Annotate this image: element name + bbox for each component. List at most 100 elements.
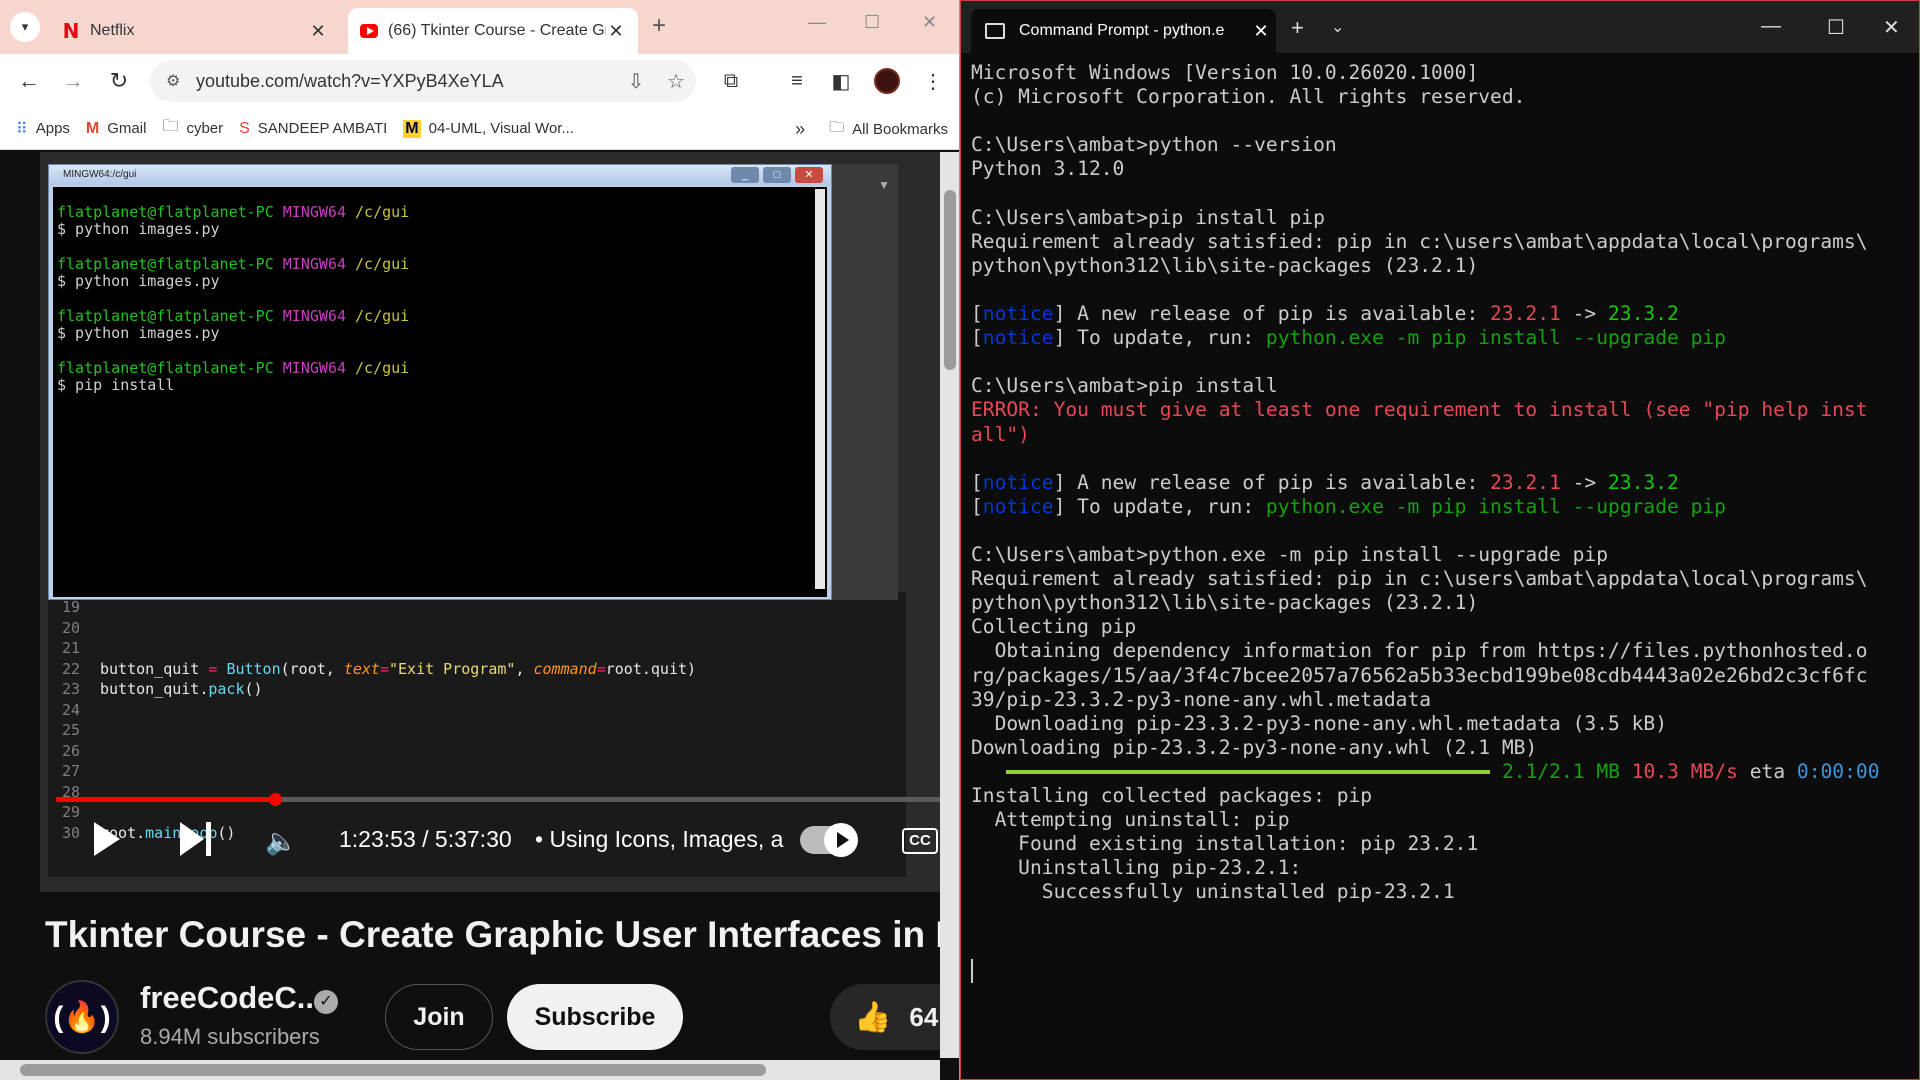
page-vertical-scrollbar[interactable] <box>940 152 959 1058</box>
notice-text: A new release of pip is available: <box>1065 470 1491 494</box>
old-version: 23.2.1 <box>1490 302 1561 325</box>
line-number: 22 <box>61 659 80 678</box>
youtube-icon <box>360 22 378 40</box>
code-line: 19 <box>48 598 100 618</box>
video-chapter[interactable]: • Using Icons, Images, a <box>535 826 783 853</box>
terminal-line: Collecting pip <box>971 615 1137 639</box>
tab-youtube[interactable]: (66) Tkinter Course - Create Gra ✕ <box>348 8 638 54</box>
terminal-line: Requirement already satisfied: pip in c:… <box>971 567 1868 591</box>
mintty-command-line: $ pip install <box>57 376 175 394</box>
prompt-env: MINGW64 <box>282 359 356 377</box>
video-progress-bar[interactable] <box>56 793 940 806</box>
terminal-dropdown-icon[interactable]: ⌄ <box>1331 17 1344 37</box>
play-icon <box>836 832 849 848</box>
minimize-button[interactable]: — <box>1761 15 1781 38</box>
menu-icon[interactable]: ⋮ <box>918 66 948 96</box>
close-icon[interactable]: ✕ <box>308 21 328 42</box>
arrow-right-icon: → <box>62 68 84 93</box>
media-control-icon[interactable]: ≡ <box>782 66 812 96</box>
minimize-button[interactable]: — <box>808 12 826 33</box>
new-terminal-tab-button[interactable]: + <box>1291 15 1304 41</box>
line-number: 19 <box>61 598 80 616</box>
maximize-button[interactable]: ☐ <box>1827 15 1845 40</box>
channel-avatar[interactable]: (🔥) <box>45 980 119 1054</box>
bookmark-star-icon[interactable]: ☆ <box>656 69 696 94</box>
bracket: ] <box>1053 302 1066 325</box>
scrollbar-thumb[interactable] <box>944 190 956 370</box>
arrow-left-icon: ← <box>18 68 40 93</box>
tab-search-button[interactable]: ▾ <box>10 12 40 42</box>
terminal-line: rg/packages/15/aa/3f4c7bcee2057a76562a5b… <box>971 663 1868 687</box>
side-panel-icon[interactable]: ◧ <box>826 66 856 96</box>
terminal-line: (c) Microsoft Corporation. All rights re… <box>971 85 1526 109</box>
notice-text: To update, run: <box>1065 326 1266 350</box>
prompt-path: /c/gui <box>355 203 410 221</box>
code-token: button_quit. <box>100 680 209 698</box>
line-number: 26 <box>61 741 80 760</box>
mintty-command-line: $ python images.py <box>57 324 220 342</box>
prompt-path: /c/gui <box>355 255 410 273</box>
bookmark-sandeep[interactable]: S SANDEEP AMBATI <box>239 120 387 138</box>
more-bookmarks-button[interactable]: » <box>795 119 805 140</box>
bookmarks-bar: ⠿ Apps M Gmail 🗀 cyber S SANDEEP AMBATI M 04-… <box>0 108 959 150</box>
profile-avatar[interactable] <box>872 66 902 96</box>
mintty-prompt-line: flatplanet@flatplanet-PC MINGW64 /c/gui <box>57 255 409 273</box>
bracket: [ <box>971 494 983 518</box>
install-app-icon[interactable]: ⇩ <box>616 69 656 94</box>
mintty-body: flatplanet@flatplanet-PC MINGW64 /c/gui $… <box>53 187 827 597</box>
close-window-button[interactable]: ✕ <box>922 12 937 33</box>
bracket: [ <box>971 302 983 325</box>
prompt-path: /c/gui <box>355 359 410 377</box>
bookmark-uml[interactable]: M 04-UML, Visual Wor... <box>403 119 574 138</box>
terminal-output[interactable]: Microsoft Windows [Version 10.0.26020.10… <box>971 61 1911 1071</box>
subscribe-button[interactable]: Subscribe <box>507 984 683 1050</box>
bookmark-apps[interactable]: ⠿ Apps <box>16 119 70 139</box>
url-text[interactable]: youtube.com/watch?v=YXPyB4XeYLA <box>196 71 616 92</box>
terminal-tab[interactable]: Command Prompt - python.e ✕ <box>971 9 1276 53</box>
code-line: 23 button_quit.pack() <box>48 680 263 700</box>
code-line: 26 <box>48 742 100 762</box>
channel-name[interactable]: freeCodeC... <box>140 980 323 1016</box>
extensions-icon[interactable]: ⧉ <box>716 66 746 96</box>
autoplay-toggle[interactable] <box>800 823 858 857</box>
new-tab-button[interactable]: + <box>652 12 666 40</box>
close-icon[interactable]: ✕ <box>606 21 626 42</box>
back-button[interactable]: ← <box>14 66 44 96</box>
site-info-icon[interactable]: ⚙ <box>166 71 196 91</box>
bookmark-gmail[interactable]: M Gmail <box>86 120 147 138</box>
address-bar[interactable]: ⚙ youtube.com/watch?v=YXPyB4XeYLA ⇩ ☆ <box>150 60 696 102</box>
play-icon[interactable] <box>94 822 120 856</box>
bookmark-cyber[interactable]: 🗀 cyber <box>162 115 223 142</box>
forward-button[interactable]: → <box>58 66 88 96</box>
next-icon[interactable] <box>180 822 214 856</box>
maximize-button[interactable]: ☐ <box>864 12 880 33</box>
volume-icon[interactable]: 🔈 <box>265 826 297 857</box>
close-icon[interactable]: ✕ <box>1246 21 1276 42</box>
cmd-icon <box>985 23 1005 39</box>
new-version: 23.3.2 <box>1608 302 1679 325</box>
code-token: = <box>596 659 606 678</box>
line-number: 20 <box>61 618 80 637</box>
close-window-button[interactable]: ✕ <box>1883 15 1900 40</box>
page-horizontal-scrollbar[interactable] <box>0 1060 940 1080</box>
video-player[interactable]: 19 20 21 22 button_quit = Button(root, text=… <box>40 152 940 892</box>
code-line: 22 button_quit = Button(root, text="Exit … <box>48 660 696 680</box>
tab-netflix[interactable]: N Netflix ✕ <box>50 8 340 54</box>
prompt-user: flatplanet@flatplanet-PC <box>57 203 283 221</box>
terminal-line: python\python312\lib\site-packages (23.2… <box>971 253 1479 277</box>
captions-button[interactable]: CC <box>902 828 938 854</box>
terminal-line: Obtaining dependency information for pip… <box>971 639 1868 663</box>
update-command: python.exe -m pip install --upgrade pip <box>1265 326 1726 350</box>
join-button[interactable]: Join <box>385 984 493 1050</box>
terminal-line: C:\Users\ambat>pip install pip <box>971 205 1325 229</box>
code-token: root.quit) <box>605 659 697 678</box>
code-token: , <box>515 659 534 678</box>
download-size: 2.1/2.1 MB <box>1502 759 1632 783</box>
mintty-prompt-line: flatplanet@flatplanet-PC MINGW64 /c/gui <box>57 203 409 221</box>
all-bookmarks-button[interactable]: All Bookmarks <box>852 121 948 138</box>
scrollbar-thumb[interactable] <box>20 1064 766 1076</box>
bookmark-label: SANDEEP AMBATI <box>257 120 388 137</box>
code-line: 21 <box>48 639 100 659</box>
reload-icon: ↻ <box>109 68 129 93</box>
reload-button[interactable]: ↻ <box>104 66 134 96</box>
